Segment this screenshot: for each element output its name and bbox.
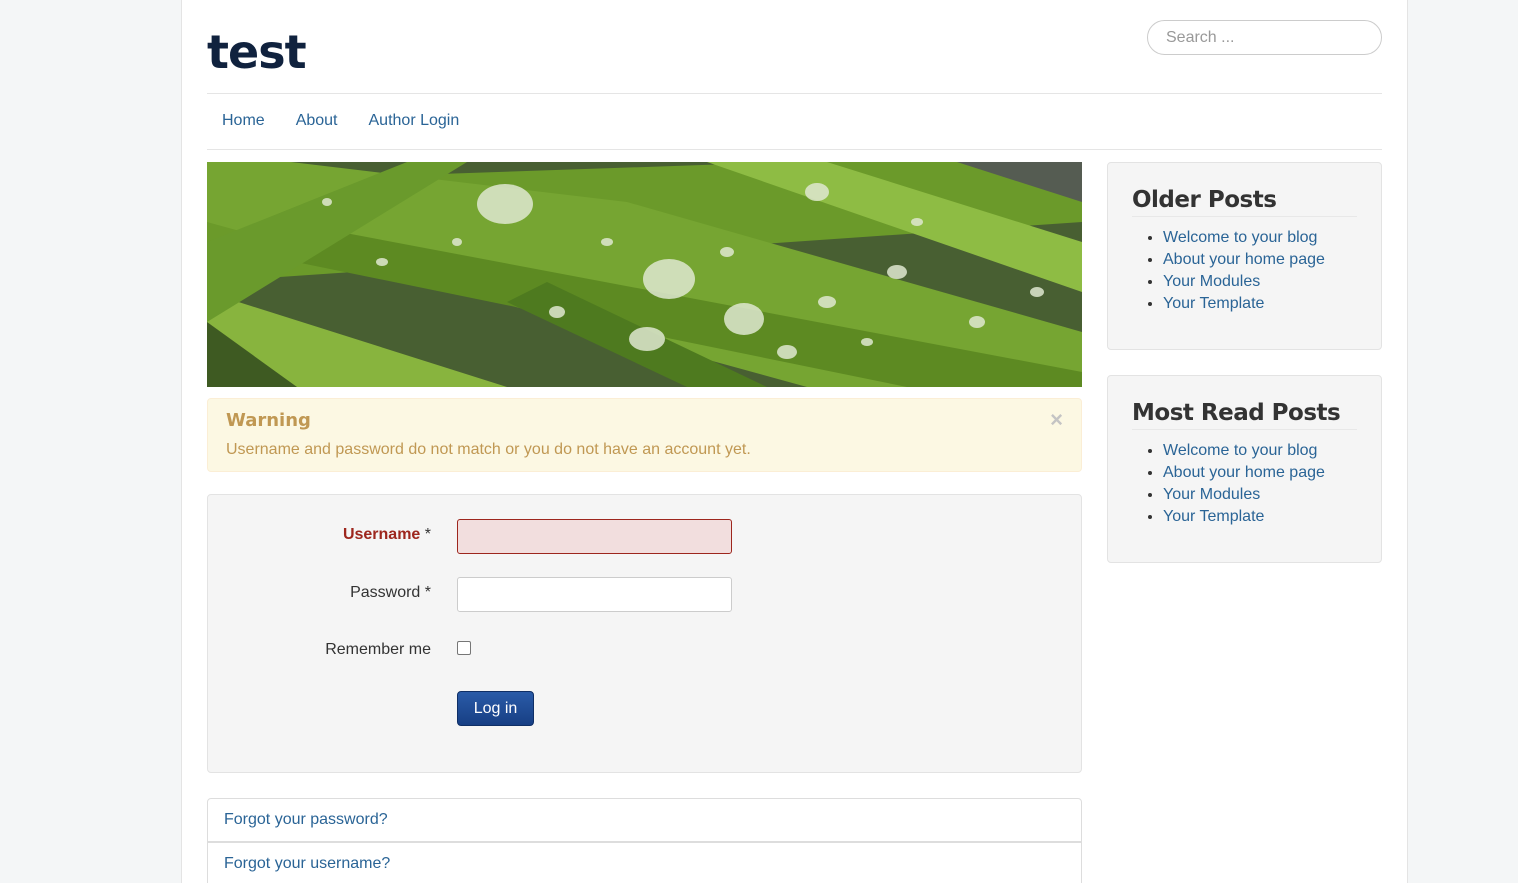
list-item: Your Modules	[1163, 484, 1357, 506]
remember-checkbox[interactable]	[457, 641, 471, 655]
password-label: Password *	[350, 584, 431, 602]
account-links: Forgot your password? Forgot your userna…	[207, 798, 1082, 883]
nav-about[interactable]: About	[281, 110, 354, 132]
forgot-username-link[interactable]: Forgot your username?	[224, 855, 390, 872]
most-read-link[interactable]: Your Template	[1163, 508, 1264, 525]
older-posts-module: Older Posts Welcome to your blog About y…	[1107, 162, 1382, 350]
site-title[interactable]: test	[207, 22, 307, 82]
password-label-text: Password	[350, 584, 421, 601]
forgot-password-link[interactable]: Forgot your password?	[224, 811, 388, 828]
required-mark: *	[424, 584, 431, 601]
remember-label: Remember me	[325, 641, 431, 658]
list-item: Forgot your password?	[207, 798, 1082, 842]
older-posts-title: Older Posts	[1132, 185, 1357, 217]
list-item: About your home page	[1163, 462, 1357, 484]
list-item: Welcome to your blog	[1163, 440, 1357, 462]
login-form: Username * Password * Remember me Log in	[207, 494, 1082, 773]
login-button[interactable]: Log in	[457, 691, 534, 726]
older-post-link[interactable]: About your home page	[1163, 251, 1325, 268]
page-container: test Home About Author Login	[181, 0, 1408, 883]
older-post-link[interactable]: Your Template	[1163, 295, 1264, 312]
username-label-text: Username	[342, 526, 421, 543]
most-read-list: Welcome to your blog About your home pag…	[1132, 440, 1357, 528]
main-nav: Home About Author Login	[207, 110, 475, 132]
older-post-link[interactable]: Your Modules	[1163, 273, 1260, 290]
alert-heading: Warning	[226, 410, 311, 431]
nav-home[interactable]: Home	[207, 110, 281, 132]
most-read-module: Most Read Posts Welcome to your blog Abo…	[1107, 375, 1382, 563]
close-icon[interactable]: ×	[1050, 407, 1063, 433]
most-read-title: Most Read Posts	[1132, 398, 1357, 430]
required-mark: *	[424, 526, 431, 543]
list-item: Your Modules	[1163, 271, 1357, 293]
nav-author-login[interactable]: Author Login	[354, 110, 476, 132]
older-post-link[interactable]: Welcome to your blog	[1163, 229, 1317, 246]
most-read-link[interactable]: Welcome to your blog	[1163, 442, 1317, 459]
header-divider	[207, 93, 1382, 94]
username-label: Username *	[343, 526, 431, 544]
search-input[interactable]	[1147, 20, 1382, 55]
banner-image	[207, 162, 1082, 387]
list-item: About your home page	[1163, 249, 1357, 271]
list-item: Your Template	[1163, 293, 1357, 315]
most-read-link[interactable]: Your Modules	[1163, 486, 1260, 503]
list-item: Forgot your username?	[207, 842, 1082, 883]
alert-message: Username and password do not match or yo…	[226, 441, 751, 458]
older-posts-list: Welcome to your blog About your home pag…	[1132, 227, 1357, 315]
username-field[interactable]	[457, 519, 732, 554]
password-field[interactable]	[457, 577, 732, 612]
most-read-link[interactable]: About your home page	[1163, 464, 1325, 481]
list-item: Your Template	[1163, 506, 1357, 528]
warning-alert: Warning Username and password do not mat…	[207, 398, 1082, 472]
list-item: Welcome to your blog	[1163, 227, 1357, 249]
nav-divider	[207, 149, 1382, 150]
